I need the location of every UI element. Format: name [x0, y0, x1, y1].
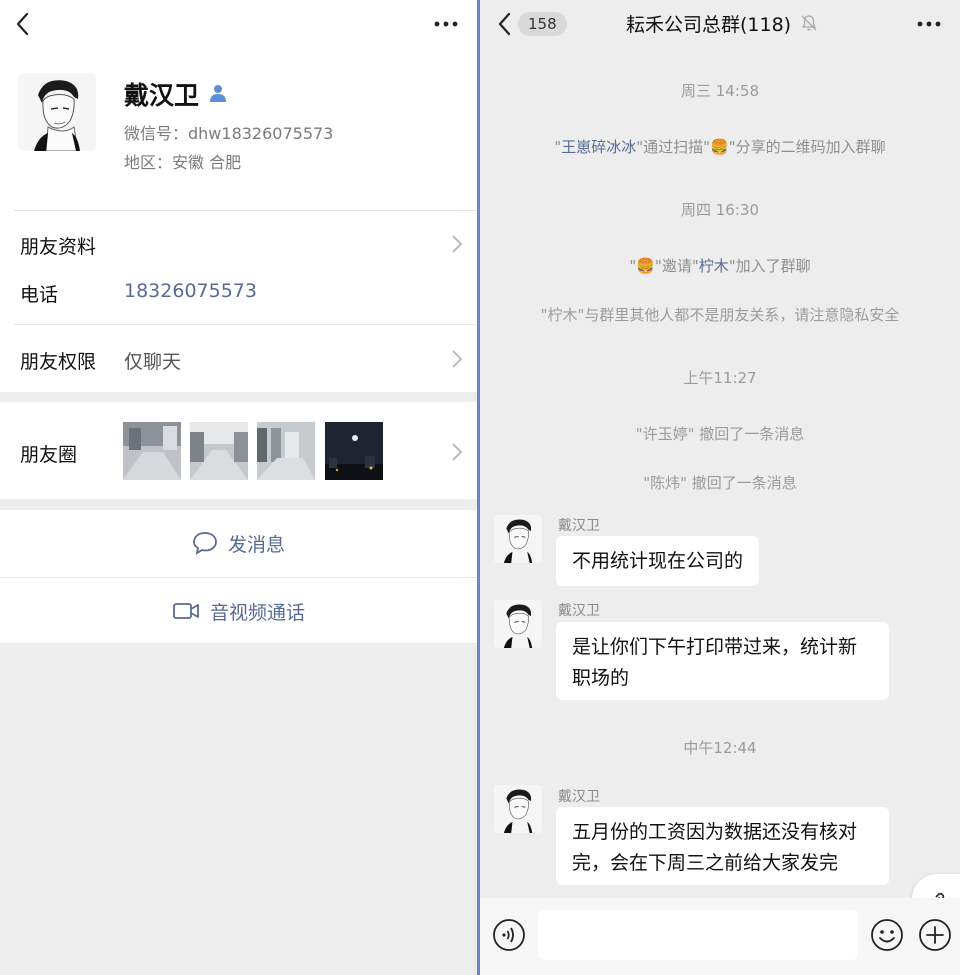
sender-name: 戴汉卫	[558, 789, 600, 805]
message-text-line: 职场的	[572, 667, 630, 689]
timestamp: 周三 14:58	[681, 82, 759, 100]
permission-value: 仅聊天	[124, 351, 182, 373]
moments-thumbnail	[190, 422, 248, 480]
message-bubble[interactable]: 不用统计现在公司的	[556, 536, 760, 586]
recall-notice: "陈炜" 撤回了一条消息	[643, 474, 797, 492]
message-bubble[interactable]: 是让你们下午打印带过来，统计新 职场的	[556, 622, 889, 700]
back-arrow-icon[interactable]	[494, 11, 516, 37]
moments-thumbnail	[257, 422, 315, 480]
app-root: 戴汉卫 微信号：dhw18326075573 地区：安徽 合肥 朋友资料 电话 …	[0, 0, 960, 975]
join-text: "通过扫描"	[636, 138, 711, 156]
friend-info-row[interactable]: 朋友资料	[20, 232, 96, 259]
sketch-portrait-icon	[494, 785, 542, 833]
phone-number-link[interactable]: 18326075573	[124, 280, 257, 302]
sketch-portrait-icon	[494, 600, 542, 648]
burger-emoji-icon: 🍔	[636, 257, 655, 275]
chevron-right-icon	[452, 443, 463, 461]
unread-count-badge[interactable]: 158	[518, 12, 567, 36]
emoji-icon[interactable]	[870, 918, 904, 952]
message-input[interactable]	[538, 910, 858, 960]
contact-details-section: 朋友资料 电话 18326075573 朋友权限 仅聊天	[0, 210, 477, 392]
burger-emoji-icon: 🍔	[710, 138, 729, 156]
send-message-button[interactable]: 发消息	[0, 510, 477, 576]
contact-avatar[interactable]	[18, 73, 96, 151]
invite-text: "邀请"	[654, 257, 699, 275]
av-call-label: 音视频通话	[209, 601, 305, 624]
plus-icon[interactable]	[918, 918, 952, 952]
mute-bell-icon	[801, 15, 817, 31]
chevron-right-icon	[452, 235, 463, 253]
group-chat-panel: 158 耘禾公司总群(118) 周三 14:58 "王崽碎冰冰"通过扫描"🍔"分…	[480, 0, 960, 975]
phone-label: 电话	[20, 284, 59, 306]
chevron-right-icon	[452, 350, 463, 368]
join-text-end: "分享的二维码加入群聊	[728, 138, 886, 156]
timestamp: 中午12:44	[683, 739, 757, 757]
moments-thumbnail	[123, 422, 181, 480]
system-join-message: "王崽碎冰冰"通过扫描"🍔"分享的二维码加入群聊	[480, 136, 960, 157]
sender-avatar[interactable]	[494, 600, 542, 648]
timestamp: 上午11:27	[683, 369, 757, 387]
message-text-line: 五月份的工资因为数据还没有核对	[572, 821, 858, 843]
chat-header: 158 耘禾公司总群(118)	[480, 0, 960, 48]
sketch-portrait-icon	[18, 73, 96, 151]
region-text: 地区：安徽 合肥	[124, 153, 242, 172]
more-options-icon[interactable]	[431, 12, 461, 36]
privacy-notice: "柠木"与群里其他人都不是朋友关系，请注意隐私安全	[540, 306, 900, 324]
action-buttons: 发消息 音视频通话	[0, 510, 477, 644]
divider	[14, 324, 477, 325]
sender-name: 戴汉卫	[558, 518, 600, 534]
message-bubble[interactable]: 五月份的工资因为数据还没有核对 完，会在下周三之前给大家发完	[556, 807, 889, 885]
chat-title: 耘禾公司总群(118)	[626, 14, 792, 36]
wechat-id: 微信号：dhw18326075573	[124, 124, 334, 143]
send-message-label: 发消息	[227, 533, 285, 556]
chat-input-bar	[480, 898, 960, 975]
chat-bubble-icon	[193, 532, 217, 555]
profile-card: 戴汉卫 微信号：dhw18326075573 地区：安徽 合肥	[0, 48, 477, 210]
member-name-link[interactable]: 柠木	[699, 257, 729, 275]
sender-name: 戴汉卫	[558, 603, 600, 619]
moments-row[interactable]: 朋友圈	[0, 402, 477, 499]
recall-notice: "许玉婷" 撤回了一条消息	[635, 425, 805, 443]
divider	[14, 210, 477, 211]
profile-top-bar	[0, 0, 477, 48]
moments-thumbnail	[325, 422, 383, 480]
contact-name: 戴汉卫	[124, 81, 200, 110]
message-text-line: 是让你们下午打印带过来，统计新	[572, 636, 858, 658]
timestamp: 周四 16:30	[681, 201, 759, 219]
friend-permission-row[interactable]: 朋友权限	[20, 347, 96, 374]
member-name-link[interactable]: 王崽碎冰冰	[561, 138, 636, 156]
sender-avatar[interactable]	[494, 515, 542, 563]
video-camera-icon	[173, 603, 199, 619]
invite-text-end: "加入了群聊	[728, 257, 811, 275]
divider	[0, 643, 477, 644]
sender-avatar[interactable]	[494, 785, 542, 833]
moments-label: 朋友圈	[20, 444, 78, 466]
contact-profile-panel: 戴汉卫 微信号：dhw18326075573 地区：安徽 合肥 朋友资料 电话 …	[0, 0, 477, 975]
voice-input-icon[interactable]	[492, 918, 526, 952]
message-text-line: 完，会在下周三之前给大家发完	[572, 852, 839, 874]
system-invite-message: "🍔"邀请"柠木"加入了群聊	[480, 255, 960, 276]
sketch-portrait-icon	[494, 515, 542, 563]
person-icon	[210, 85, 226, 102]
more-options-icon[interactable]	[914, 12, 944, 36]
back-arrow-icon[interactable]	[10, 10, 38, 38]
av-call-button[interactable]: 音视频通话	[0, 578, 477, 644]
message-text: 不用统计现在公司的	[572, 550, 744, 572]
